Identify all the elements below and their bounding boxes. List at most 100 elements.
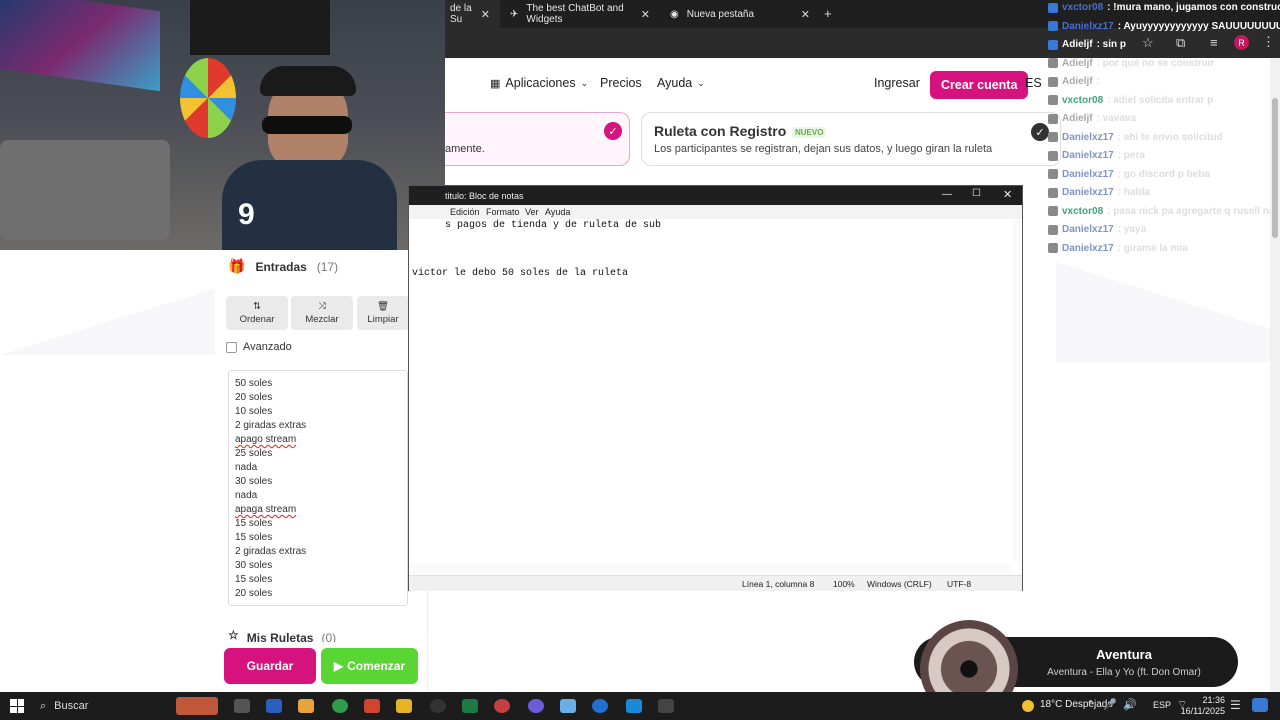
notepad-textarea[interactable]: s pagos de tienda y de ruleta de sub vic…: [412, 220, 1012, 562]
shuffle-button[interactable]: ⤨ Mezclar: [291, 296, 353, 330]
store-icon[interactable]: [298, 699, 314, 713]
card-description: Los participantes se registran, dejan su…: [654, 143, 993, 155]
chrome-profile-icon[interactable]: [494, 699, 510, 713]
folder-icon[interactable]: [396, 699, 412, 713]
chat-badge-icon: [1048, 150, 1058, 161]
clear-button[interactable]: 🗑 Limpiar: [357, 296, 409, 330]
chat-badge-icon: [1048, 206, 1058, 216]
sofa: [0, 140, 170, 240]
menu-edit[interactable]: Edición: [450, 207, 480, 217]
chat-message: vxctor08: adiel solicita entrar p: [1048, 95, 1213, 106]
chat-username: Adieljf: [1062, 39, 1093, 50]
chat-message: Danielxz17: ahi te envio solicitud: [1048, 132, 1223, 143]
entries-textarea[interactable]: 50 soles 20 soles 10 soles 2 giradas ext…: [228, 370, 408, 606]
wall-poster: [0, 0, 160, 92]
chevron-up-icon[interactable]: ⌃: [1086, 698, 1095, 711]
scrollbar-thumb[interactable]: [1272, 98, 1278, 238]
check-icon: ✓: [604, 122, 622, 140]
chrome-icon: ◉: [670, 8, 679, 20]
chat-username: Danielxz17: [1062, 131, 1114, 143]
entries-header[interactable]: 🎁 Entradas (17): [228, 258, 338, 275]
chevron-down-icon: ⌄: [697, 77, 705, 88]
entry-line: 15 soles: [235, 518, 273, 529]
chevron-down-icon: ⌄: [580, 77, 589, 88]
chat-text: : go discord p beba: [1117, 168, 1210, 180]
close-icon[interactable]: ✕: [481, 8, 490, 21]
start-button[interactable]: ▶ Comenzar: [321, 648, 418, 684]
browser-tab[interactable]: ✈ The best ChatBot and Widgets ✕: [500, 0, 660, 28]
powerpoint-icon[interactable]: [364, 699, 380, 713]
nav-help[interactable]: Ayuda ⌄: [657, 76, 705, 90]
nav-prices[interactable]: Precios: [600, 76, 642, 90]
chat-badge-icon: [1048, 132, 1058, 142]
entry-line: 20 soles: [235, 392, 273, 403]
edge-icon[interactable]: [592, 699, 608, 713]
notepad-menubar: Edición Formato Ver Ayuda: [409, 205, 1022, 219]
volume-icon[interactable]: 🔊: [1123, 698, 1137, 711]
clock-time[interactable]: 21:36: [1195, 695, 1225, 705]
line-ending: Windows (CRLF): [867, 579, 932, 589]
horizontal-scrollbar[interactable]: [409, 564, 1013, 574]
moon-icon: [1022, 700, 1034, 712]
wheel-type-card-registro[interactable]: Ruleta con Registro NUEVO Los participan…: [641, 112, 1061, 166]
streamer-hair: [260, 66, 356, 96]
advanced-toggle[interactable]: Avanzado: [226, 341, 292, 353]
chat-text: : adiel solicita entrar p: [1107, 94, 1214, 106]
menu-help[interactable]: Ayuda: [545, 207, 570, 217]
app-icon[interactable]: [528, 699, 544, 713]
facebook-icon[interactable]: [626, 699, 642, 713]
minimize-icon[interactable]: —: [942, 189, 952, 200]
chat-text: : pera: [1117, 150, 1145, 161]
maximize-icon[interactable]: ☐: [972, 188, 981, 199]
notepad-statusbar: Línea 1, columna 8 100% Windows (CRLF) U…: [409, 575, 1022, 591]
task-view-icon[interactable]: [234, 699, 250, 713]
signup-button[interactable]: Crear cuenta: [930, 71, 1029, 99]
close-icon[interactable]: ✕: [641, 8, 650, 21]
save-button[interactable]: Guardar: [224, 648, 316, 684]
chat-badge-icon: [1048, 76, 1058, 87]
epic-games-icon[interactable]: [658, 699, 674, 713]
tab-label: de la Su: [450, 3, 472, 25]
browser-tab[interactable]: ◉ Nueva pestaña ✕: [660, 0, 820, 28]
close-icon[interactable]: ✕: [1003, 188, 1012, 201]
page-scrollbar[interactable]: [1270, 58, 1280, 692]
globe-icon: ✈: [510, 8, 519, 20]
weather-text[interactable]: 18°C Despejado: [1040, 699, 1113, 710]
chat-badge-icon: [1048, 113, 1058, 124]
notification-icon[interactable]: ☰: [1230, 698, 1241, 712]
sort-button[interactable]: ⇅ Ordenar: [226, 296, 288, 330]
nav-apps[interactable]: ▦ Aplicaciones ⌄: [490, 76, 588, 90]
obs-icon[interactable]: [430, 699, 446, 713]
chat-username: vxctor08: [1062, 205, 1104, 217]
wheel-type-card[interactable]: amente. ✓: [420, 112, 630, 166]
my-wheels-header[interactable]: ☆ Mis Ruletas (0): [228, 628, 418, 642]
star-icon: ☆: [228, 628, 239, 642]
menu-format[interactable]: Formato: [486, 207, 520, 217]
vertical-scrollbar[interactable]: [1013, 220, 1021, 562]
chat-text: : pasa nick pa agregarte q rusell no s: [1107, 205, 1280, 217]
sort-icon: ⇅: [253, 301, 261, 312]
trash-icon: 🗑: [376, 301, 390, 312]
word-icon[interactable]: [266, 699, 282, 713]
chat-text: : sin p: [1096, 39, 1127, 50]
close-icon[interactable]: ✕: [801, 8, 810, 21]
excel-icon[interactable]: [462, 699, 478, 713]
prize-wheel: [180, 58, 236, 138]
chat-message: Danielxz17: yaya: [1048, 224, 1146, 235]
clear-label: Limpiar: [367, 314, 399, 325]
browser-tab[interactable]: de la Su ✕: [440, 0, 500, 28]
windows-start-icon[interactable]: [10, 699, 24, 713]
card-text: amente.: [445, 143, 485, 155]
menu-view[interactable]: Ver: [525, 207, 539, 217]
language-indicator[interactable]: ESP: [1153, 700, 1171, 710]
microphone-icon[interactable]: 🎤: [1103, 698, 1117, 711]
login-link[interactable]: Ingresar: [874, 76, 920, 90]
advanced-checkbox[interactable]: [226, 341, 237, 353]
notepad-icon[interactable]: [560, 699, 576, 713]
entry-line: 2 giradas extras: [235, 420, 307, 431]
widgets-icon[interactable]: [1252, 698, 1268, 712]
new-tab-button[interactable]: +: [824, 6, 832, 21]
chrome-icon[interactable]: [332, 699, 348, 713]
entry-line: 25 soles: [235, 448, 273, 459]
clock-date[interactable]: 16/11/2025: [1172, 706, 1225, 716]
